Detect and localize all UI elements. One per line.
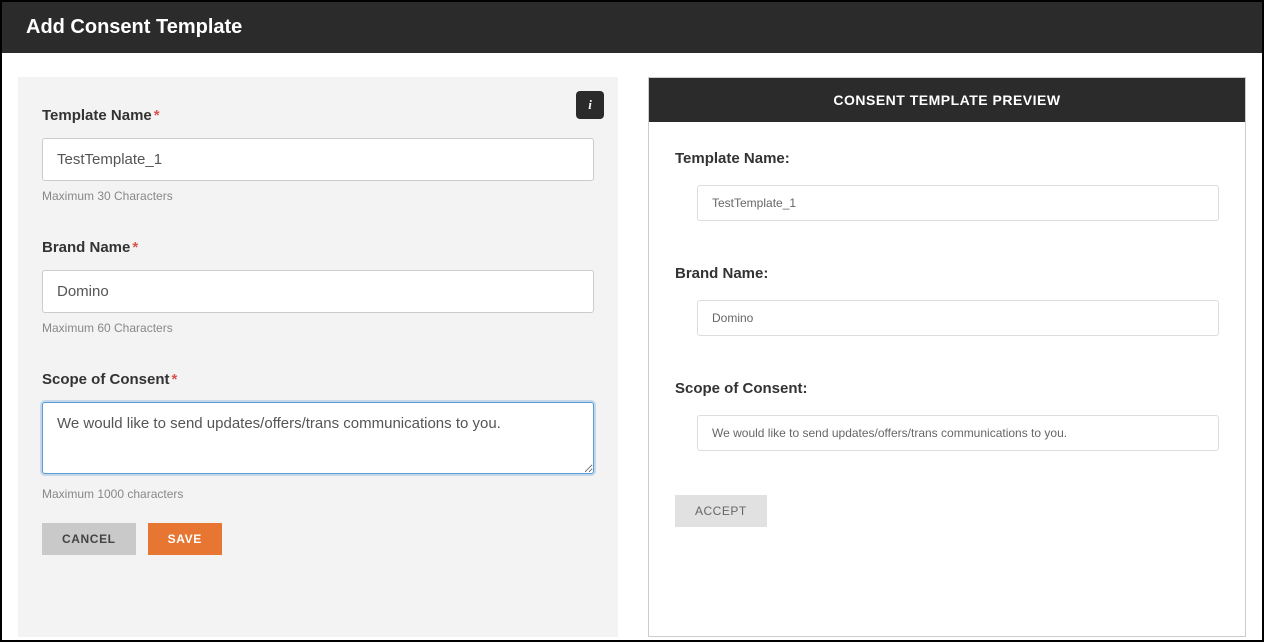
template-name-input[interactable] <box>42 138 594 181</box>
page-header: Add Consent Template <box>2 2 1262 53</box>
preview-scope-value: We would like to send updates/offers/tra… <box>697 415 1219 451</box>
template-name-group: Template Name* Maximum 30 Characters <box>42 107 594 203</box>
preview-template-name-label: Template Name: <box>675 150 1219 167</box>
scope-group: Scope of Consent* Maximum 1000 character… <box>42 371 594 501</box>
brand-name-group: Brand Name* Maximum 60 Characters <box>42 239 594 335</box>
scope-label-text: Scope of Consent <box>42 371 170 388</box>
preview-template-name-group: Template Name: TestTemplate_1 <box>675 150 1219 221</box>
form-button-row: CANCEL SAVE <box>42 523 594 555</box>
preview-brand-name-value: Domino <box>697 300 1219 336</box>
required-mark: * <box>132 239 138 256</box>
required-mark: * <box>154 107 160 124</box>
preview-body: Template Name: TestTemplate_1 Brand Name… <box>649 122 1245 547</box>
preview-brand-name-label: Brand Name: <box>675 265 1219 282</box>
preview-scope-label: Scope of Consent: <box>675 380 1219 397</box>
scope-label: Scope of Consent* <box>42 371 594 388</box>
scope-textarea[interactable] <box>42 402 594 474</box>
template-name-label: Template Name* <box>42 107 594 124</box>
preview-header: CONSENT TEMPLATE PREVIEW <box>649 78 1245 122</box>
required-mark: * <box>172 371 178 388</box>
preview-template-name-value: TestTemplate_1 <box>697 185 1219 221</box>
preview-brand-name-group: Brand Name: Domino <box>675 265 1219 336</box>
form-panel: i Template Name* Maximum 30 Characters B… <box>18 77 618 637</box>
info-icon[interactable]: i <box>576 91 604 119</box>
preview-panel: CONSENT TEMPLATE PREVIEW Template Name: … <box>648 77 1246 637</box>
brand-name-label: Brand Name* <box>42 239 594 256</box>
accept-button[interactable]: ACCEPT <box>675 495 767 527</box>
brand-name-helper: Maximum 60 Characters <box>42 321 594 335</box>
template-name-label-text: Template Name <box>42 107 152 124</box>
save-button[interactable]: SAVE <box>148 523 222 555</box>
preview-scope-group: Scope of Consent: We would like to send … <box>675 380 1219 451</box>
cancel-button[interactable]: CANCEL <box>42 523 136 555</box>
brand-name-label-text: Brand Name <box>42 239 130 256</box>
content-area: i Template Name* Maximum 30 Characters B… <box>2 53 1262 637</box>
brand-name-input[interactable] <box>42 270 594 313</box>
template-name-helper: Maximum 30 Characters <box>42 189 594 203</box>
scope-helper: Maximum 1000 characters <box>42 487 594 501</box>
page-title: Add Consent Template <box>26 16 242 38</box>
